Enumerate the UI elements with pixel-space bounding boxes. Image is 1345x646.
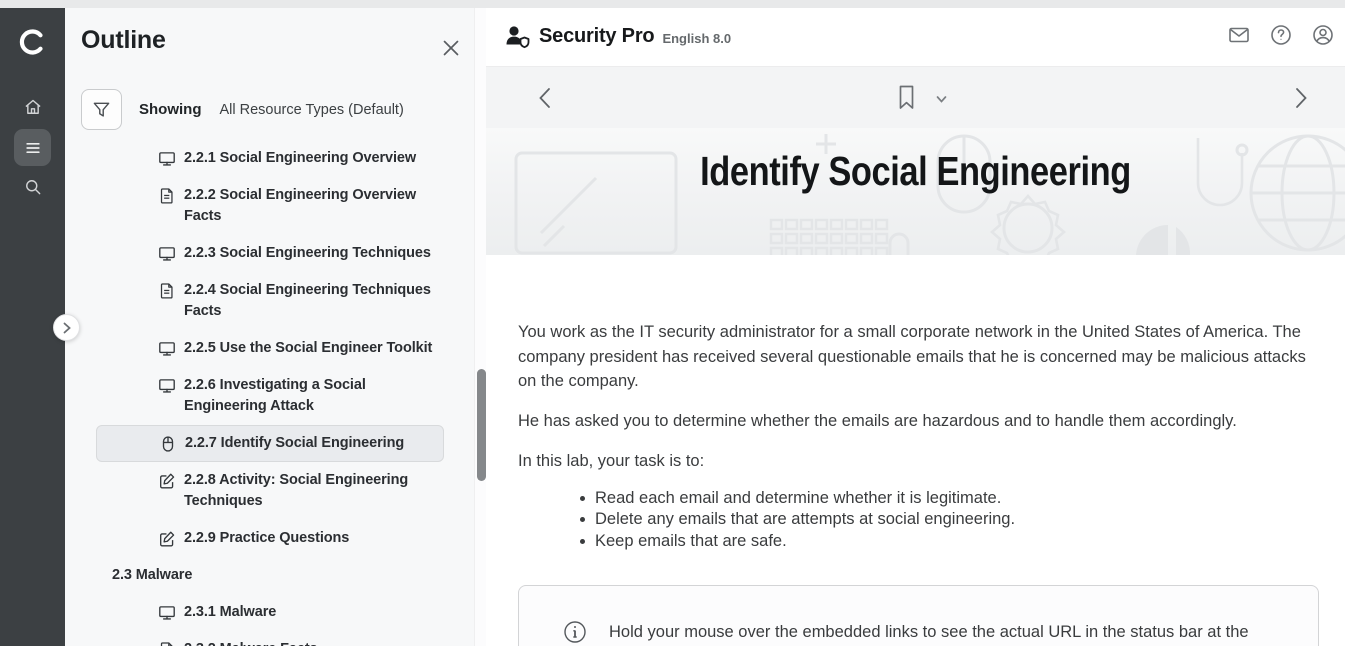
task-item: Keep emails that are safe.: [580, 531, 1015, 552]
outline-item[interactable]: 2.2.6 Investigating a Social Engineering…: [96, 367, 444, 425]
next-button[interactable]: [1289, 85, 1313, 111]
outline-item-label: 2.2.9 Practice Questions: [184, 528, 349, 549]
outline-item[interactable]: 2.2.7 Identify Social Engineering: [96, 425, 444, 462]
outline-item-label: 2.2.4 Social Engineering Techniques Fact…: [184, 280, 436, 322]
product-brand: Security Pro English 8.0: [503, 22, 731, 50]
lesson-paragraph: You work as the IT security administrato…: [518, 320, 1310, 394]
product-name: Security Pro: [539, 25, 654, 48]
home-icon: [23, 97, 43, 117]
mouse-icon: [159, 435, 177, 453]
chevron-left-icon: [538, 87, 551, 109]
outline-item[interactable]: 2.2.2 Social Engineering Overview Facts: [96, 177, 444, 235]
home-button[interactable]: [14, 88, 51, 125]
outline-item[interactable]: 2.2.4 Social Engineering Techniques Fact…: [96, 272, 444, 330]
lesson-paragraph: He has asked you to determine whether th…: [518, 409, 1310, 434]
monitor-icon: [158, 604, 176, 622]
account-icon: [1311, 23, 1335, 47]
c-logo-icon: [16, 25, 50, 59]
main-area: Security Pro English 8.0: [486, 8, 1345, 646]
outline-item-label: 2.2.1 Social Engineering Overview: [184, 148, 416, 169]
outline-toggle-button[interactable]: [14, 129, 51, 166]
outline-item-label: 2.2.2 Social Engineering Overview Facts: [184, 185, 436, 227]
account-button[interactable]: [1311, 23, 1335, 47]
bookmark-group: [895, 84, 948, 111]
lesson-paragraph: In this lab, your task is to:: [518, 449, 1310, 474]
outline-panel: Outline Showing All Resource Types (Defa…: [65, 8, 486, 646]
outline-item-label: 2.3.1 Malware: [184, 602, 276, 623]
outline-item-label: 2.2.5 Use the Social Engineer Toolkit: [184, 338, 432, 359]
filter-button[interactable]: [81, 89, 122, 130]
outline-item[interactable]: 2.2.5 Use the Social Engineer Toolkit: [96, 330, 444, 367]
lesson-banner: Identify Social Engineering: [486, 128, 1345, 255]
help-icon: [1269, 23, 1293, 47]
document-icon: [158, 641, 176, 646]
menu-icon: [23, 138, 43, 158]
outline-list: 2.2.1 Social Engineering Overview 2.2.2 S…: [96, 140, 444, 646]
lesson-navbar: [486, 67, 1345, 128]
outline-section-header[interactable]: 2.3 Malware: [96, 557, 444, 594]
filter-funnel-icon: [92, 100, 111, 119]
security-pro-logo-icon: [503, 22, 531, 50]
outline-item-label: 2.2.3 Social Engineering Techniques: [184, 243, 431, 264]
chevron-down-icon[interactable]: [934, 92, 948, 106]
edit-icon: [158, 472, 176, 490]
outline-close-button[interactable]: [437, 34, 465, 62]
monitor-icon: [158, 340, 176, 358]
outline-item-label: 2.3 Malware: [112, 565, 192, 586]
previous-button[interactable]: [532, 85, 556, 111]
filter-value[interactable]: All Resource Types (Default): [220, 102, 404, 118]
monitor-icon: [158, 377, 176, 395]
bookmark-icon[interactable]: [895, 84, 917, 111]
app-header: Security Pro English 8.0: [486, 8, 1345, 67]
outline-item-label: 2.3.2 Malware Facts: [184, 639, 318, 646]
app-logo[interactable]: [0, 16, 65, 68]
outline-item[interactable]: 2.3.2 Malware Facts: [96, 631, 444, 646]
outline-scrollbar-track[interactable]: [474, 8, 486, 646]
outline-item[interactable]: 2.2.9 Practice Questions: [96, 520, 444, 557]
mail-button[interactable]: [1227, 23, 1251, 47]
header-actions: [1227, 23, 1335, 47]
monitor-icon: [158, 245, 176, 263]
panel-expand-button[interactable]: [53, 314, 80, 341]
outline-item[interactable]: 2.3.1 Malware: [96, 594, 444, 631]
outline-item-label: 2.2.6 Investigating a Social Engineering…: [184, 375, 436, 417]
task-list: Read each email and determine whether it…: [580, 488, 1015, 552]
outline-item-label: 2.2.8 Activity: Social Engineering Techn…: [184, 470, 436, 512]
task-item: Delete any emails that are attempts at s…: [580, 509, 1015, 530]
document-icon: [158, 282, 176, 300]
help-button[interactable]: [1269, 23, 1293, 47]
outline-item[interactable]: 2.2.3 Social Engineering Techniques: [96, 235, 444, 272]
note-box: Hold your mouse over the embedded links …: [518, 585, 1319, 646]
mail-icon: [1227, 23, 1251, 47]
lesson-title: Identify Social Engineering: [555, 149, 1277, 194]
chevron-right-icon: [62, 322, 72, 334]
outline-item[interactable]: 2.2.1 Social Engineering Overview: [96, 140, 444, 177]
window-top-strip: [0, 0, 1345, 8]
document-icon: [158, 187, 176, 205]
note-text: Hold your mouse over the embedded links …: [609, 620, 1287, 646]
search-icon: [23, 177, 43, 197]
info-icon: [563, 620, 587, 644]
outline-scrollbar-thumb[interactable]: [477, 369, 486, 481]
search-button[interactable]: [14, 168, 51, 205]
filter-showing-label: Showing: [139, 101, 202, 118]
task-item: Read each email and determine whether it…: [580, 488, 1015, 509]
close-icon: [441, 38, 461, 58]
chevron-right-icon: [1295, 87, 1308, 109]
outline-item-label: 2.2.7 Identify Social Engineering: [185, 433, 404, 454]
product-edition: English 8.0: [662, 31, 731, 46]
edit-icon: [158, 530, 176, 548]
app-window: Outline Showing All Resource Types (Defa…: [0, 0, 1345, 646]
outline-item[interactable]: 2.2.8 Activity: Social Engineering Techn…: [96, 462, 444, 520]
monitor-icon: [158, 150, 176, 168]
filter-row: Showing All Resource Types (Default): [81, 89, 404, 130]
outline-panel-title: Outline: [81, 26, 166, 55]
